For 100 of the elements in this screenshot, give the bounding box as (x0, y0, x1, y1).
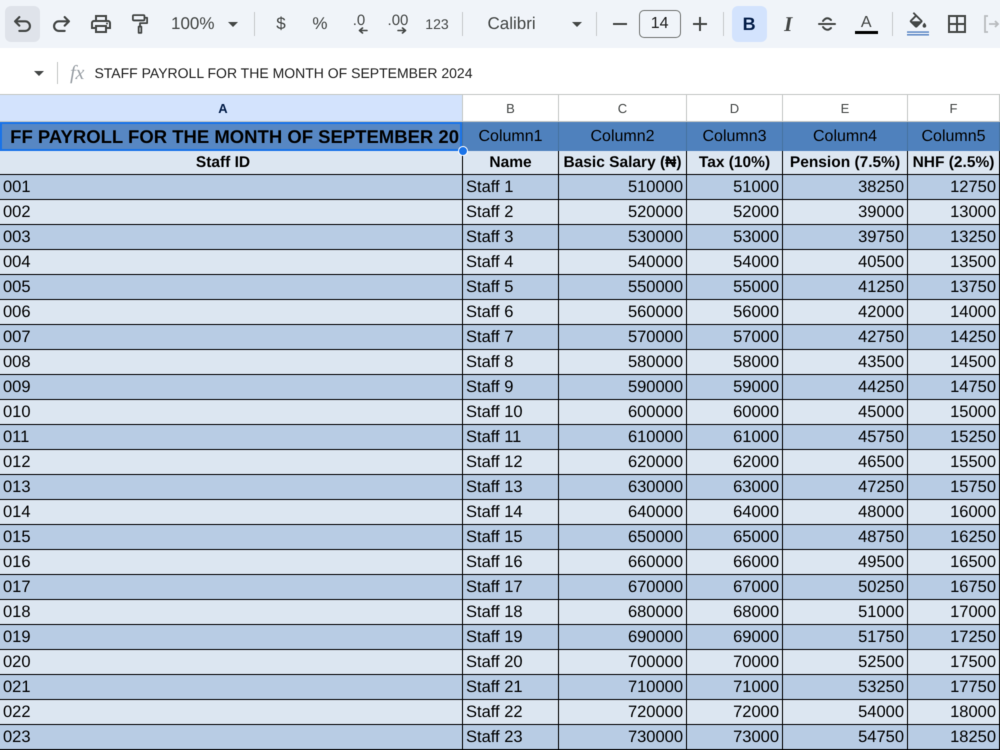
currency-button[interactable]: $ (263, 6, 298, 42)
table-cell: 72000 (687, 700, 783, 725)
table-cell: 006 (0, 300, 463, 325)
undo-icon (14, 16, 31, 32)
undo-button[interactable] (5, 6, 40, 42)
table-cell: 65000 (687, 525, 783, 550)
table-cell: 540000 (559, 250, 687, 275)
table-cell: 42750 (783, 325, 908, 350)
table-cell: 680000 (559, 600, 687, 625)
caret-icon (572, 22, 582, 26)
table-cell: 71000 (687, 675, 783, 700)
column-header[interactable]: E (783, 94, 908, 122)
table-cell: 15250 (908, 425, 1000, 450)
table-cell: 022 (0, 700, 463, 725)
table-cell: 019 (0, 625, 463, 650)
table-cell: Staff 7 (463, 325, 559, 350)
caret-icon (34, 70, 44, 76)
table-cell: Staff 3 (463, 225, 559, 250)
table-cell: 45000 (783, 400, 908, 425)
table-cell: Column5 (908, 122, 1000, 151)
zoom-dropdown[interactable]: 100% (161, 6, 246, 42)
table-cell: 011 (0, 425, 463, 450)
formula-input[interactable]: STAFF PAYROLL FOR THE MONTH OF SEPTEMBER 2024 (94, 65, 473, 81)
table-cell: 18250 (908, 725, 1000, 750)
table-cell: 47250 (783, 475, 908, 500)
table-cell: 13000 (908, 200, 1000, 225)
plus-icon (692, 17, 707, 31)
bold-button[interactable]: B (732, 6, 767, 42)
table-cell: 510000 (559, 175, 687, 200)
percent-button[interactable]: % (302, 6, 338, 42)
strikethrough-icon (818, 16, 836, 32)
table-cell: Staff 21 (463, 675, 559, 700)
italic-button[interactable]: I (770, 6, 806, 42)
table-cell: 69000 (687, 625, 783, 650)
table-cell: 18000 (908, 700, 1000, 725)
table-cell: 14750 (908, 375, 1000, 400)
table-cell: 630000 (559, 475, 687, 500)
column-header[interactable]: B (463, 94, 559, 122)
column-header[interactable]: A (0, 94, 463, 122)
table-cell: 54000 (687, 250, 783, 275)
table-cell: 53000 (687, 225, 783, 250)
font-size-field[interactable]: 14 (638, 10, 681, 38)
table-cell: 39750 (783, 225, 908, 250)
table-cell: 70000 (687, 650, 783, 675)
table-cell: 55000 (687, 275, 783, 300)
table-cell: 14250 (908, 325, 1000, 350)
table-cell: 52000 (687, 200, 783, 225)
number-format-button[interactable]: 123 (419, 6, 454, 42)
table-cell: 610000 (559, 425, 687, 450)
grid-icon (948, 15, 966, 33)
table-cell: 620000 (559, 450, 687, 475)
table-cell: 12750 (908, 175, 1000, 200)
table-cell: Staff 8 (463, 350, 559, 375)
column-header[interactable]: D (687, 94, 783, 122)
table-cell: 17500 (908, 650, 1000, 675)
table-cell: 41250 (783, 275, 908, 300)
table-cell: 44250 (783, 375, 908, 400)
table-cell: 017 (0, 575, 463, 600)
table-cell: 001 (0, 175, 463, 200)
column-header[interactable]: C (559, 94, 687, 122)
table-cell: 63000 (687, 475, 783, 500)
font-dropdown[interactable]: Calibri (471, 6, 588, 42)
table-cell: 012 (0, 450, 463, 475)
table-cell: 68000 (687, 600, 783, 625)
table-cell: 45750 (783, 425, 908, 450)
right-arrow-icon (396, 27, 407, 34)
table-cell: Staff 22 (463, 700, 559, 725)
text-color-button[interactable]: A (848, 6, 884, 42)
table-cell: 560000 (559, 300, 687, 325)
table-cell: 51000 (687, 175, 783, 200)
table-cell: Staff 14 (463, 500, 559, 525)
table-cell: 640000 (559, 500, 687, 525)
table-cell: Staff 16 (463, 550, 559, 575)
header-cell: Pension (7.5%) (783, 151, 908, 175)
increase-decimal-button[interactable]: .00 (380, 6, 416, 42)
table-cell: Staff 19 (463, 625, 559, 650)
header-cell: Tax (10%) (687, 151, 783, 175)
table-cell: 66000 (687, 550, 783, 575)
table-cell: 010 (0, 400, 463, 425)
header-cell: Name (463, 151, 559, 175)
table-cell: 650000 (559, 525, 687, 550)
left-arrow-icon (358, 27, 368, 34)
column-header[interactable]: F (908, 94, 1000, 122)
table-cell: 004 (0, 250, 463, 275)
table-cell: 38250 (783, 175, 908, 200)
table-cell: 005 (0, 275, 463, 300)
table-cell: 570000 (559, 325, 687, 350)
paint-bucket-icon (907, 12, 930, 36)
table-cell: Staff 5 (463, 275, 559, 300)
table-cell: 13250 (908, 225, 1000, 250)
table-cell: 14000 (908, 300, 1000, 325)
table-cell: 50250 (783, 575, 908, 600)
bracket-arrow-icon (984, 15, 1000, 33)
header-cell: NHF (2.5%) (908, 151, 1000, 175)
decrease-decimal-button[interactable]: .0 (341, 6, 376, 42)
table-cell: Staff 2 (463, 200, 559, 225)
table-cell: 59000 (687, 375, 783, 400)
table-cell: 700000 (559, 650, 687, 675)
table-cell: 021 (0, 675, 463, 700)
table-cell: Staff 17 (463, 575, 559, 600)
